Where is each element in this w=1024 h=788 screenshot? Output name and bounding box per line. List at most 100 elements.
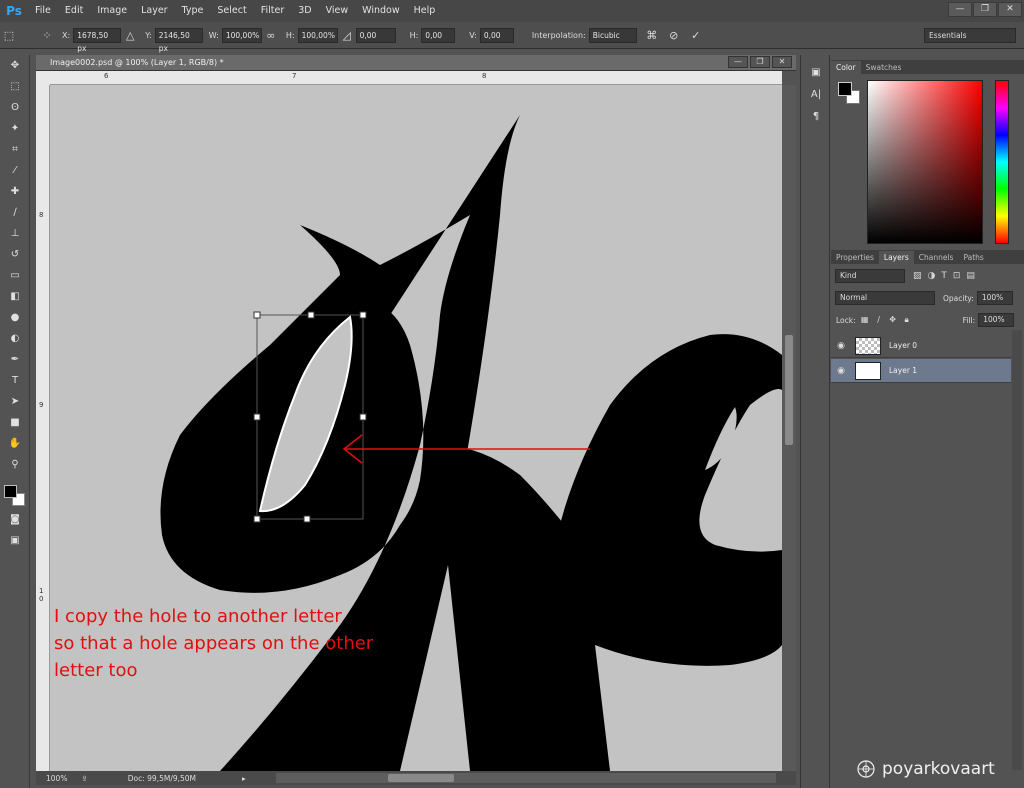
workspace-select[interactable]: Essentials — [924, 28, 1016, 43]
dodge-tool-icon[interactable]: ◐ — [0, 328, 30, 349]
character-panel-icon[interactable]: A| — [801, 83, 831, 105]
warp-icon[interactable]: ⌘ — [643, 26, 661, 44]
restore-button[interactable]: ❐ — [973, 2, 997, 17]
color-picker-field[interactable] — [867, 80, 983, 244]
menu-window[interactable]: Window — [355, 0, 406, 22]
filter-pixel-icon[interactable]: ▨ — [913, 271, 922, 281]
filter-type-icon[interactable]: T — [941, 271, 947, 281]
menu-3d[interactable]: 3D — [291, 0, 318, 22]
tab-properties[interactable]: Properties — [831, 251, 879, 264]
relative-position-icon[interactable]: △ — [121, 26, 139, 44]
zoom-level[interactable]: 100% — [46, 774, 67, 783]
screen-mode-icon[interactable]: ▣ — [0, 530, 30, 551]
tool-preset-icon[interactable]: ⬚ — [0, 26, 18, 44]
v-skew-field[interactable]: 0,00 — [479, 27, 514, 43]
clone-stamp-tool-icon[interactable]: ⊥ — [0, 223, 30, 244]
visibility-eye-icon[interactable]: ◉ — [831, 341, 851, 351]
menu-image[interactable]: Image — [90, 0, 134, 22]
kind-filter-select[interactable]: Kind — [835, 269, 905, 283]
h-skew-field[interactable]: 0,00 — [421, 27, 456, 43]
menu-filter[interactable]: Filter — [254, 0, 292, 22]
tab-layers[interactable]: Layers — [878, 251, 914, 264]
width-field[interactable]: 100,00% — [221, 27, 262, 43]
fill-field[interactable]: 100% — [978, 313, 1015, 327]
tab-channels[interactable]: Channels — [914, 251, 959, 264]
hand-tool-icon[interactable]: ✋ — [0, 433, 30, 454]
close-button[interactable]: ✕ — [998, 2, 1022, 17]
lock-position-icon[interactable]: ✥ — [887, 314, 899, 326]
filter-smart-object-icon[interactable]: ▤ — [966, 271, 975, 281]
move-tool-icon[interactable]: ✥ — [0, 55, 30, 76]
paragraph-panel-icon[interactable]: ¶ — [801, 105, 831, 127]
path-selection-tool-icon[interactable]: ➤ — [0, 391, 30, 412]
rotation-field[interactable]: 0,00 — [355, 27, 396, 43]
lock-transparent-icon[interactable]: ▦ — [859, 314, 871, 326]
healing-brush-tool-icon[interactable]: ✚ — [0, 181, 30, 202]
canvas-vertical-scrollbar[interactable] — [782, 85, 796, 771]
blur-tool-icon[interactable]: ● — [0, 307, 30, 328]
x-position-field[interactable]: 1678,50 px — [73, 27, 122, 53]
history-brush-tool-icon[interactable]: ↺ — [0, 244, 30, 265]
vertical-ruler[interactable]: 8 9 1 0 — [36, 85, 50, 771]
document-canvas[interactable]: I copy the hole to another letter so tha… — [50, 85, 782, 771]
document-tab[interactable]: Image0002.psd @ 100% (Layer 1, RGB/8) * … — [36, 55, 796, 71]
menu-type[interactable]: Type — [175, 0, 211, 22]
menu-file[interactable]: File — [28, 0, 58, 22]
tab-color[interactable]: Color — [831, 61, 861, 74]
lasso-tool-icon[interactable]: ʘ — [0, 97, 30, 118]
menu-layer[interactable]: Layer — [134, 0, 175, 22]
opacity-field[interactable]: 100% — [976, 291, 1013, 305]
crop-tool-icon[interactable]: ⌗ — [0, 139, 30, 160]
layer-row[interactable]: ◉ Layer 0 — [831, 334, 1011, 358]
reference-point-icon[interactable]: ⁘ — [38, 26, 56, 44]
tab-paths[interactable]: Paths — [958, 251, 988, 264]
pen-tool-icon[interactable]: ✒ — [0, 349, 30, 370]
visibility-eye-icon[interactable]: ◉ — [831, 366, 851, 376]
history-panel-icon[interactable]: ▣ — [801, 61, 831, 83]
status-bar: 100% ⇪ Doc: 99,5M/9,50M ▸ — [36, 771, 796, 785]
hue-slider[interactable] — [995, 80, 1009, 244]
eraser-tool-icon[interactable]: ▭ — [0, 265, 30, 286]
filter-adjustment-icon[interactable]: ◑ — [928, 271, 936, 281]
menu-view[interactable]: View — [319, 0, 356, 22]
transform-handle — [303, 515, 311, 523]
foreground-color-swatch[interactable] — [4, 485, 17, 498]
filter-shape-icon[interactable]: ⊡ — [953, 271, 961, 281]
link-icon[interactable]: ∞ — [262, 26, 280, 44]
brush-tool-icon[interactable]: ∕ — [0, 202, 30, 223]
type-tool-icon[interactable]: T — [0, 370, 30, 391]
magic-wand-tool-icon[interactable]: ✦ — [0, 118, 30, 139]
menu-edit[interactable]: Edit — [58, 0, 90, 22]
height-field[interactable]: 100,00% — [297, 27, 338, 43]
horizontal-scroll-thumb[interactable] — [388, 774, 454, 782]
share-icon[interactable]: ⇪ — [81, 774, 87, 783]
rectangle-tool-icon[interactable]: ■ — [0, 412, 30, 433]
eyedropper-tool-icon[interactable]: ⁄ — [0, 160, 30, 181]
cancel-transform-icon[interactable]: ⊘ — [665, 26, 683, 44]
doc-minimize-button[interactable]: — — [728, 56, 748, 68]
foreground-background-colors[interactable] — [0, 481, 30, 509]
doc-restore-button[interactable]: ❐ — [750, 56, 770, 68]
menu-help[interactable]: Help — [407, 0, 443, 22]
paint-bucket-tool-icon[interactable]: ◧ — [0, 286, 30, 307]
tab-swatches[interactable]: Swatches — [861, 61, 907, 74]
menu-select[interactable]: Select — [210, 0, 253, 22]
y-position-field[interactable]: 2146,50 px — [154, 27, 203, 53]
marquee-tool-icon[interactable]: ⬚ — [0, 76, 30, 97]
lock-all-icon[interactable]: 🔒︎ — [901, 314, 913, 326]
zoom-tool-icon[interactable]: ⚲ — [0, 454, 30, 475]
lock-image-icon[interactable]: ∕ — [873, 314, 885, 326]
vertical-scroll-thumb[interactable] — [785, 335, 793, 445]
layer-row[interactable]: ◉ Layer 1 — [831, 359, 1011, 383]
quick-mask-icon[interactable]: ◙ — [0, 509, 30, 530]
color-panel-foreground-swatch[interactable] — [838, 82, 852, 96]
interpolation-select[interactable]: Bicubic — [588, 27, 637, 43]
minimize-button[interactable]: — — [948, 2, 972, 17]
status-menu-icon[interactable]: ▸ — [242, 774, 246, 783]
horizontal-ruler[interactable]: 6 7 8 — [50, 71, 782, 85]
doc-close-button[interactable]: ✕ — [772, 56, 792, 68]
commit-transform-icon[interactable]: ✓ — [687, 26, 705, 44]
layers-scrollbar[interactable] — [1012, 330, 1022, 770]
blend-mode-select[interactable]: Normal — [835, 291, 935, 305]
canvas-horizontal-scrollbar[interactable] — [276, 773, 776, 783]
